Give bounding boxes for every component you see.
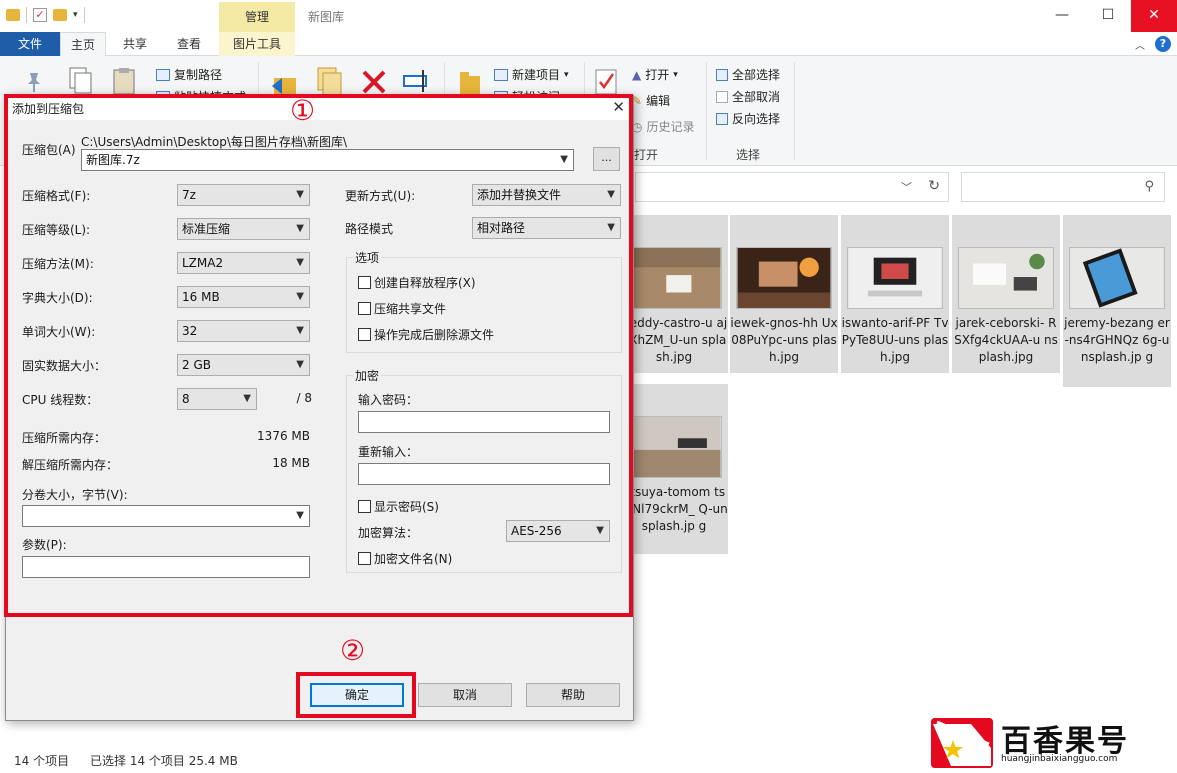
close-button[interactable]: ✕ bbox=[1131, 0, 1177, 32]
tab-file[interactable]: 文件 bbox=[0, 32, 60, 56]
file-name: iewek-gnos-hh Ux08PuYpc-uns plash.jpg bbox=[730, 316, 838, 364]
window-title: 新图库 bbox=[308, 10, 345, 24]
address-bar[interactable]: ﹀ ↻ bbox=[635, 172, 949, 202]
divider bbox=[83, 7, 85, 23]
file-tile[interactable]: freddy-castro-u ajSXhZM_U-un splash.jpg bbox=[620, 215, 728, 373]
tabbar-right: ︿ ? bbox=[1135, 36, 1171, 52]
image-thumbnail bbox=[626, 416, 722, 478]
properties-icon[interactable]: ✓ bbox=[33, 8, 47, 22]
invert-selection-label: 反向选择 bbox=[732, 112, 781, 126]
file-name: etsuya-tomom tsu-Nl79ckrM_ Q-unsplash.jp… bbox=[620, 485, 728, 533]
image-thumbnail bbox=[958, 247, 1054, 309]
file-name: jeremy-bezang er-ns4rGHNQz 6g-unsplash.j… bbox=[1064, 316, 1170, 364]
new-item-button[interactable]: 新建项目 ▾ bbox=[494, 66, 569, 83]
new-item-icon bbox=[494, 68, 508, 81]
cancel-button[interactable]: 取消 bbox=[418, 683, 512, 707]
divider bbox=[794, 62, 795, 160]
image-thumbnail bbox=[626, 247, 722, 309]
new-item-label: 新建项目 bbox=[512, 68, 561, 82]
copy-path-label: 复制路径 bbox=[174, 68, 223, 82]
select-none-icon bbox=[716, 90, 728, 103]
divider bbox=[706, 62, 707, 160]
file-tile[interactable]: etsuya-tomom tsu-Nl79ckrM_ Q-unsplash.jp… bbox=[620, 384, 728, 554]
tab-view[interactable]: 查看 bbox=[166, 32, 212, 56]
properties-big-icon[interactable] bbox=[594, 68, 618, 96]
open-button[interactable]: ▲ 打开 ▾ bbox=[632, 66, 678, 83]
new-folder-icon[interactable] bbox=[53, 9, 67, 21]
chevron-down-icon: ▾ bbox=[673, 69, 678, 80]
refresh-icon[interactable]: ↻ bbox=[928, 178, 940, 194]
file-tile[interactable]: jeremy-bezang er-ns4rGHNQz 6g-unsplash.j… bbox=[1063, 215, 1171, 387]
ribbon-tabbar: 文件 主页 共享 查看 图片工具 ︿ ? bbox=[0, 32, 1177, 57]
file-name: iswanto-arif-PF TvPyTe8UU-uns plash.jpg bbox=[841, 316, 949, 364]
paste-icon[interactable] bbox=[110, 66, 138, 96]
copy-icon[interactable] bbox=[66, 66, 94, 96]
history-button[interactable]: ◷ 历史记录 bbox=[632, 118, 695, 135]
select-none-button[interactable]: 全部取消 bbox=[716, 88, 780, 105]
delete-icon[interactable] bbox=[360, 68, 388, 96]
explorer-titlebar: ✓ ▾ 管理 新图库 — ☐ ✕ bbox=[0, 0, 1177, 32]
annotation-number-1: ① bbox=[290, 94, 316, 127]
file-tile[interactable]: iswanto-arif-PF TvPyTe8UU-uns plash.jpg bbox=[841, 215, 949, 373]
chevron-down-icon[interactable]: ﹀ bbox=[901, 179, 912, 195]
invert-selection-button[interactable]: 反向选择 bbox=[716, 110, 780, 127]
chevron-down-icon: ▾ bbox=[564, 69, 569, 80]
watermark: 百香果号 huangjinbaixiangguo.com bbox=[929, 716, 1173, 772]
edit-label: 编辑 bbox=[646, 94, 671, 108]
copy-to-icon[interactable] bbox=[314, 66, 342, 96]
help-button[interactable]: 帮助 bbox=[526, 683, 620, 707]
pin-icon[interactable] bbox=[22, 70, 46, 94]
maximize-button[interactable]: ☐ bbox=[1085, 0, 1131, 32]
edit-button[interactable]: ✎ 编辑 bbox=[632, 92, 670, 109]
minimize-button[interactable]: — bbox=[1039, 0, 1085, 32]
quick-access-toolbar: ✓ ▾ bbox=[6, 7, 85, 23]
help-icon[interactable]: ? bbox=[1155, 36, 1171, 52]
collapse-ribbon-icon[interactable]: ︿ bbox=[1135, 37, 1145, 52]
file-tile[interactable]: jarek-ceborski- RSXfg4ckUAA-u nsplash.jp… bbox=[952, 215, 1060, 373]
tab-picture-tools[interactable]: 图片工具 bbox=[219, 32, 295, 56]
search-icon: ⚲ bbox=[1144, 179, 1154, 194]
file-tile[interactable]: iewek-gnos-hh Ux08PuYpc-uns plash.jpg bbox=[730, 215, 838, 373]
folder-icon[interactable] bbox=[6, 9, 20, 21]
tab-share[interactable]: 共享 bbox=[112, 32, 158, 56]
copy-path-button[interactable]: 复制路径 bbox=[156, 66, 222, 83]
contextual-tab-manage[interactable]: 管理 bbox=[219, 2, 295, 32]
rename-icon[interactable] bbox=[402, 68, 432, 96]
select-all-label: 全部选择 bbox=[732, 68, 781, 82]
image-thumbnail bbox=[847, 247, 943, 309]
invert-selection-icon bbox=[716, 112, 728, 125]
select-all-icon bbox=[716, 68, 728, 81]
watermark-url: huangjinbaixiangguo.com bbox=[1001, 754, 1118, 764]
annotation-box-ok bbox=[296, 672, 416, 718]
customize-dropdown-icon[interactable]: ▾ bbox=[73, 10, 78, 20]
search-input[interactable]: ⚲ bbox=[961, 172, 1165, 202]
ribbon-group-select: 选择 bbox=[736, 148, 761, 162]
open-app-icon: ▲ bbox=[632, 67, 642, 82]
image-thumbnail bbox=[736, 247, 832, 309]
ribbon-group-open: 打开 bbox=[634, 148, 659, 162]
select-all-button[interactable]: 全部选择 bbox=[716, 66, 780, 83]
select-none-label: 全部取消 bbox=[732, 90, 781, 104]
file-name: jarek-ceborski- RSXfg4ckUAA-u nsplash.jp… bbox=[954, 316, 1058, 364]
brand-logo-icon bbox=[931, 718, 993, 768]
tab-home[interactable]: 主页 bbox=[60, 32, 106, 57]
image-thumbnail bbox=[1069, 247, 1165, 309]
annotation-number-2: ② bbox=[340, 634, 366, 667]
item-count: 14 个项目 bbox=[14, 754, 70, 768]
selection-info: 已选择 14 个项目 25.4 MB bbox=[90, 754, 238, 768]
annotation-box-settings bbox=[4, 94, 633, 617]
divider bbox=[26, 7, 27, 23]
open-label: 打开 bbox=[645, 68, 670, 82]
history-label: 历史记录 bbox=[646, 120, 695, 134]
file-name: freddy-castro-u ajSXhZM_U-un splash.jpg bbox=[620, 316, 728, 364]
copy-path-icon bbox=[156, 68, 170, 81]
